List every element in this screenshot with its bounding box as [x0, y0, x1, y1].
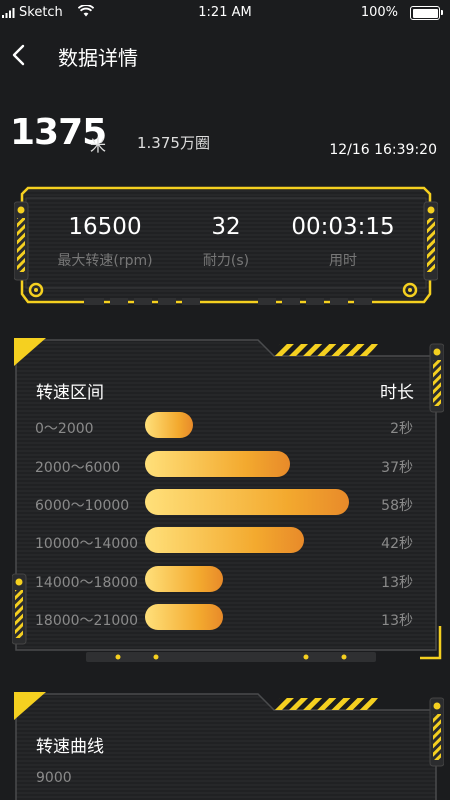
battery-percent: 100%: [360, 5, 398, 20]
stat-time-used: 00:03:15 用时: [278, 214, 408, 270]
y-axis-tick: 9000: [36, 770, 72, 786]
laps-count: 1.375万圈: [137, 134, 210, 152]
range-label: 2000～6000: [35, 460, 121, 476]
range-label: 6000～10000: [35, 498, 130, 514]
speed-curve-card: 转速曲线 9000: [12, 690, 444, 800]
stat-label: 最大转速(rpm): [57, 253, 153, 269]
speed-curve-title: 转速曲线: [36, 737, 104, 757]
distance-unit: 米: [90, 136, 107, 155]
speed-range-card: 转速区间 时长 0～2000 2秒 2000～6000 37秒 6000～100…: [12, 336, 444, 670]
stat-endurance: 32 耐力(s): [161, 214, 291, 270]
range-label: 10000～14000: [35, 536, 139, 552]
stat-value: 16500: [68, 214, 142, 240]
stat-label: 耐力(s): [202, 253, 250, 269]
list-item: 10000～14000 42秒: [12, 527, 444, 557]
duration-value: 58秒: [381, 498, 413, 514]
duration-bar: [145, 566, 223, 592]
list-item: 14000～18000 13秒: [12, 566, 444, 596]
list-item: 6000～10000 58秒: [12, 489, 444, 519]
summary: 1375 米 1.375万圈 12/16 16:39:20: [0, 112, 450, 162]
duration-value: 42秒: [381, 536, 413, 552]
list-item: 2000～6000 37秒: [12, 451, 444, 481]
range-label: 18000～21000: [35, 613, 139, 629]
nav-bar: 数据详情: [0, 36, 450, 76]
record-datetime: 12/16 16:39:20: [329, 142, 437, 158]
duration-header-label: 时长: [380, 383, 414, 403]
battery-icon: [410, 6, 443, 20]
duration-value: 13秒: [381, 575, 413, 591]
duration-value: 37秒: [381, 460, 413, 476]
duration-bar: [145, 489, 349, 515]
page-title: 数据详情: [58, 46, 138, 70]
stat-max-rpm: 16500 最大转速(rpm): [40, 214, 170, 270]
status-bar: Sketch 1:21 AM 100%: [0, 0, 450, 26]
stat-label: 用时: [329, 253, 357, 269]
range-label: 14000～18000: [35, 575, 139, 591]
duration-value: 13秒: [381, 613, 413, 629]
duration-bar: [145, 604, 223, 630]
range-header-label: 转速区间: [36, 383, 104, 403]
stat-value: 00:03:15: [291, 214, 395, 240]
stats-card: 16500 最大转速(rpm) 32 耐力(s) 00:03:15 用时: [14, 184, 438, 312]
stat-value: 32: [211, 214, 241, 240]
duration-bar: [145, 527, 304, 553]
duration-bar: [145, 412, 193, 438]
duration-value: 2秒: [390, 421, 413, 437]
list-item: 18000～21000 13秒: [12, 604, 444, 634]
chevron-left-icon[interactable]: [8, 42, 30, 68]
list-item: 0～2000 2秒: [12, 412, 444, 442]
range-label: 0～2000: [35, 421, 94, 437]
duration-bar: [145, 451, 290, 477]
